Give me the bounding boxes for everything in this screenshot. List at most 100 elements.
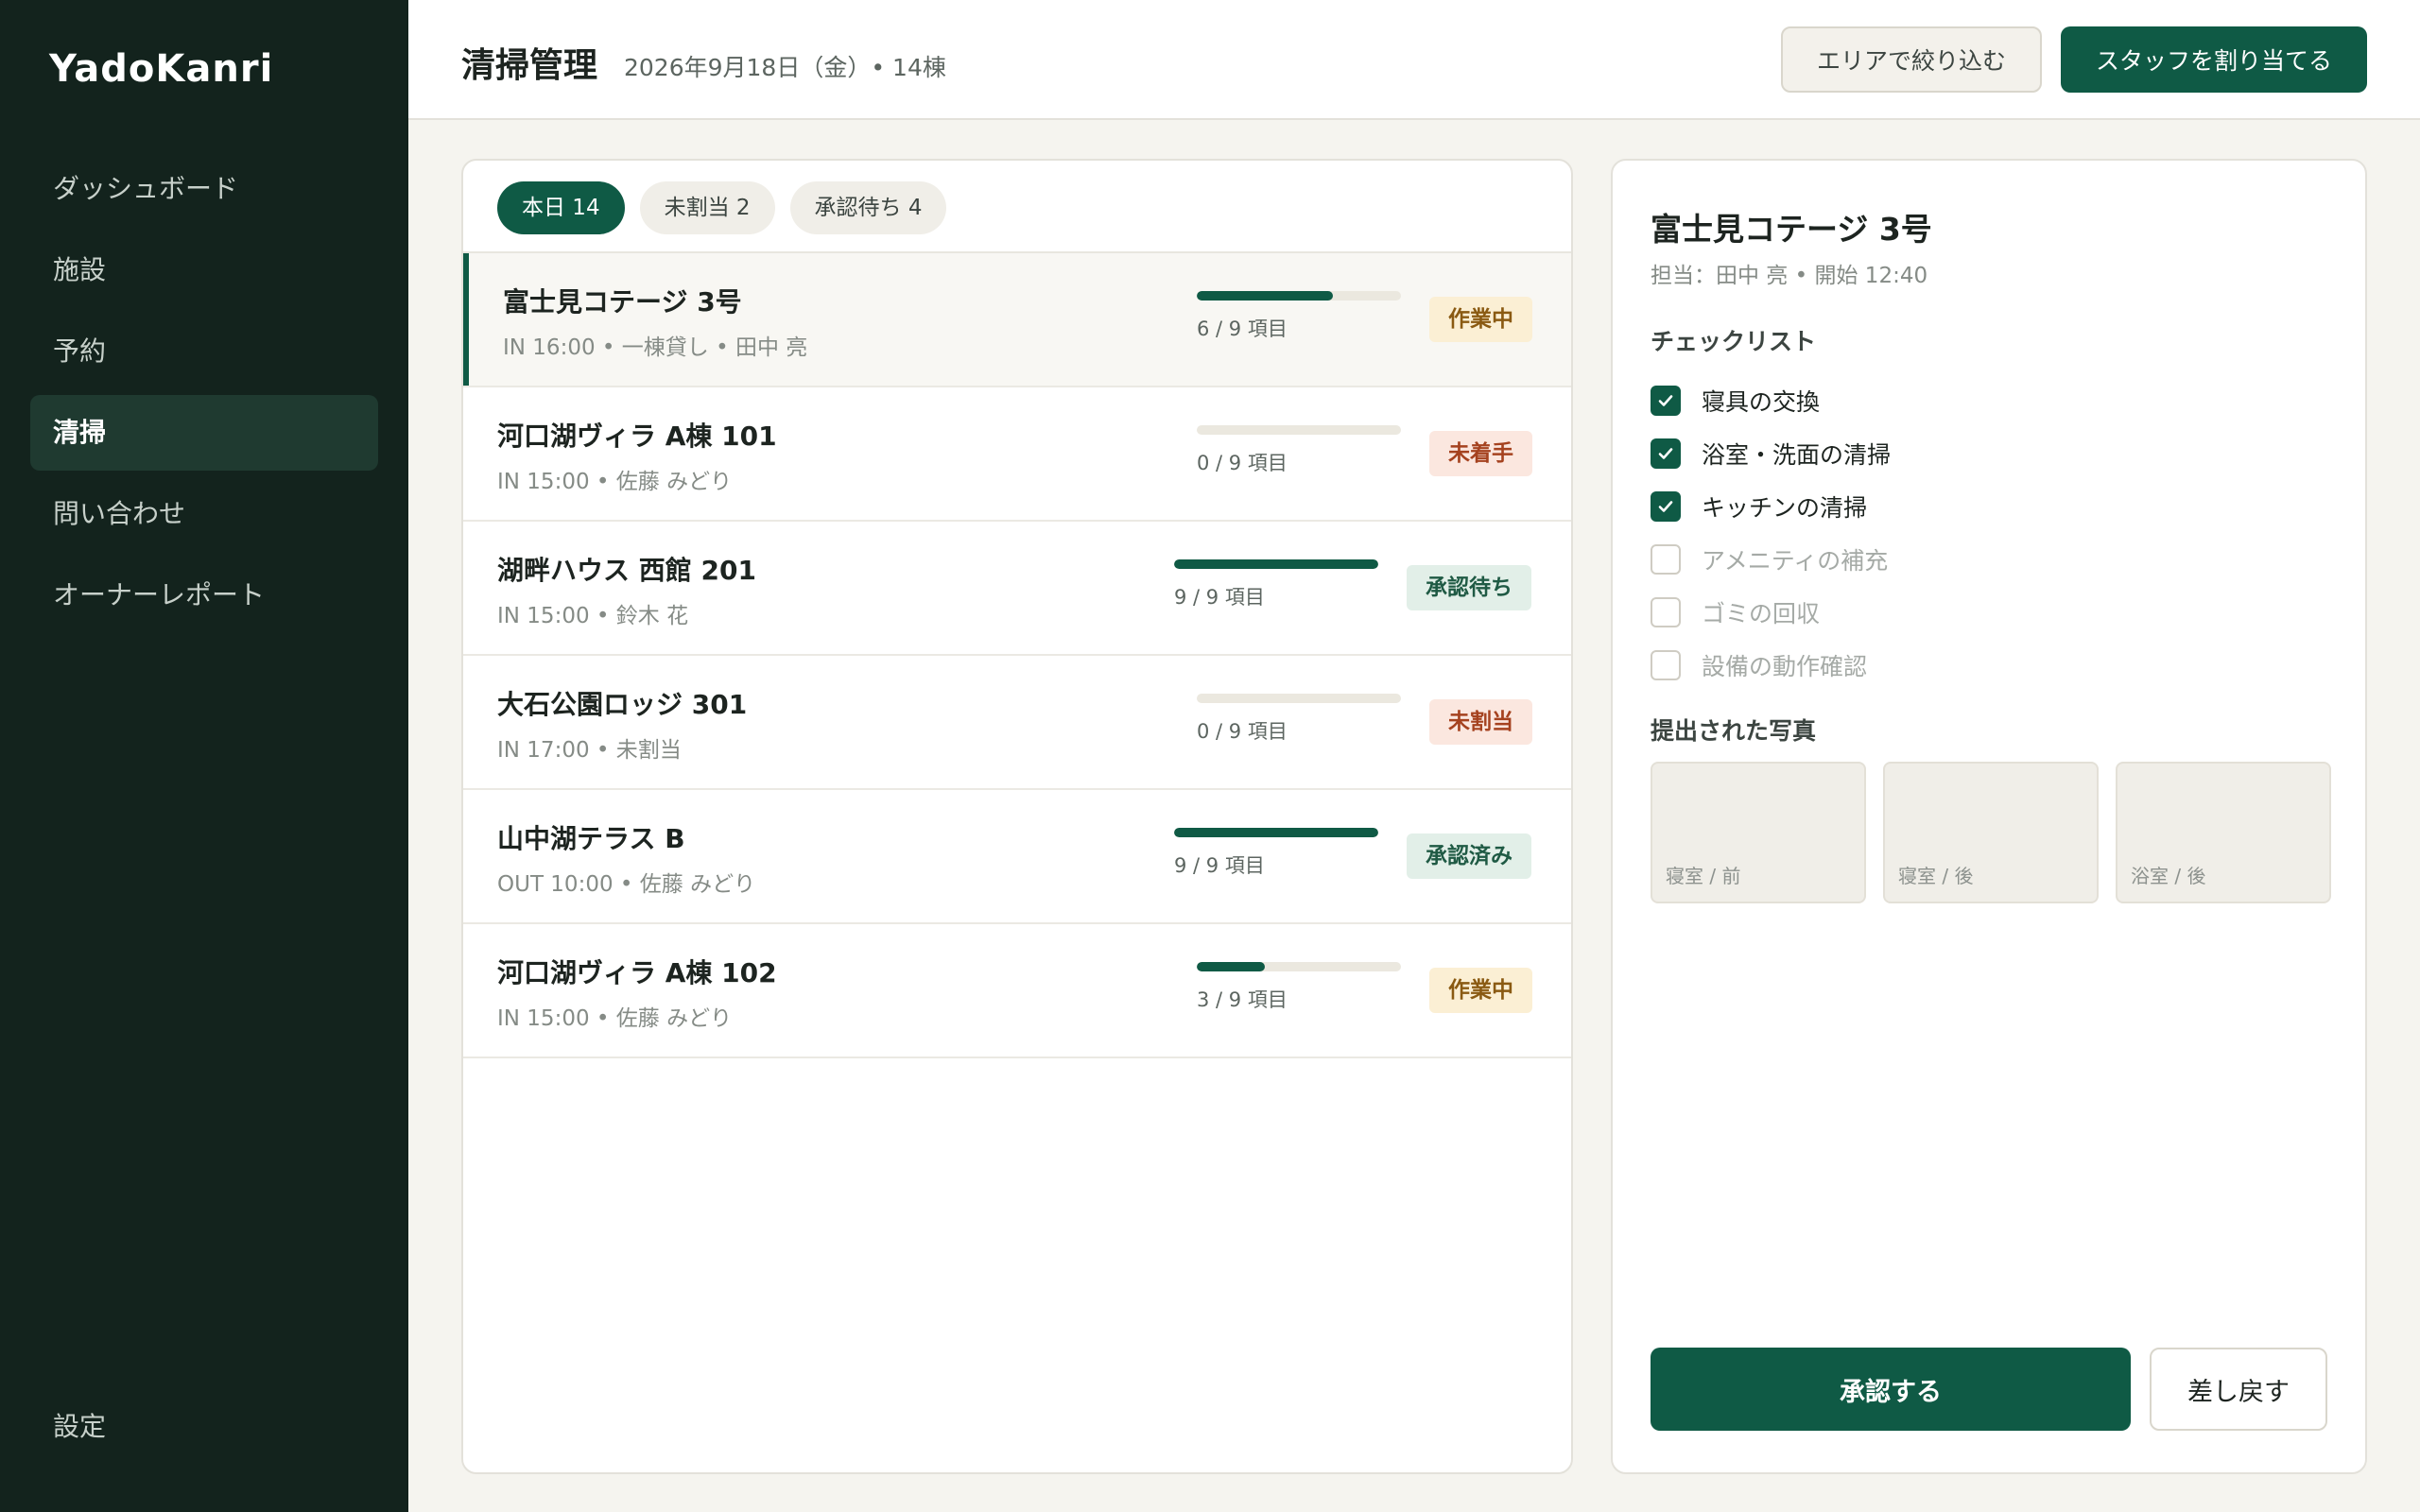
checklist-label: 設備の動作確認 [1702, 653, 1868, 680]
status-badge: 承認待ち [1407, 565, 1531, 610]
checklist-item[interactable]: 寝具の交換 [1651, 374, 1891, 427]
status-badge: 承認済み [1407, 833, 1531, 879]
progress-track [1197, 291, 1401, 301]
checkbox-checked[interactable] [1651, 491, 1681, 522]
page-title: 清掃管理 [461, 46, 598, 85]
progress-track [1174, 828, 1378, 837]
checkbox-unchecked[interactable] [1651, 597, 1681, 627]
checklist-label: キッチンの清掃 [1702, 494, 1868, 522]
sidebar-item-cleaning[interactable]: 清掃 [30, 395, 378, 471]
progress-fill [1174, 559, 1378, 569]
check-icon [1658, 501, 1673, 512]
sidebar-item-reservations[interactable]: 予約 [30, 314, 378, 389]
filter-tabs: 本日 14 未割当 2 承認待ち 4 [497, 181, 947, 234]
checklist-item[interactable]: ゴミの回収 [1651, 586, 1891, 639]
check-icon [1658, 395, 1673, 406]
progress-fill [1174, 828, 1378, 837]
assign-staff-button[interactable]: スタッフを割り当てる [2061, 26, 2367, 93]
checklist-item[interactable]: アメニティの補充 [1651, 533, 1891, 586]
photo-label: 浴室 / 後 [2131, 865, 2206, 887]
photo-gallery: 寝室 / 前 寝室 / 後 浴室 / 後 [1651, 762, 2331, 903]
sidebar-item-owner-report[interactable]: オーナーレポート [30, 558, 378, 633]
progress-track [1174, 559, 1378, 569]
property-name: 大石公園ロッジ 301 [497, 689, 748, 720]
status-badge: 作業中 [1429, 297, 1532, 342]
checklist-label: アメニティの補充 [1702, 547, 1889, 575]
checkbox-checked[interactable] [1651, 386, 1681, 416]
progress-track [1197, 425, 1401, 435]
property-name: 富士見コテージ 3号 [503, 286, 742, 318]
checkbox-checked[interactable] [1651, 438, 1681, 469]
status-badge: 未割当 [1429, 699, 1532, 745]
property-meta: IN 16:00 • 一棟貸し • 田中 亮 [503, 335, 808, 360]
progress-label: 3 / 9 項目 [1197, 988, 1288, 1011]
progress: 6 / 9 項目 [1197, 291, 1401, 342]
status-badge: 作業中 [1429, 968, 1532, 1013]
checklist: 寝具の交換 浴室・洗面の清掃 キッチンの清掃 アメニティの補充 ゴミの回収 設備… [1651, 374, 1891, 692]
property-meta: IN 15:00 • 鈴木 花 [497, 604, 689, 628]
detail-panel: 富士見コテージ 3号 担当：田中 亮 • 開始 12:40 チェックリスト 寝具… [1611, 159, 2367, 1474]
filter-by-area-button[interactable]: エリアで絞り込む [1781, 26, 2042, 93]
cleaning-list-panel: 本日 14 未割当 2 承認待ち 4 富士見コテージ 3号 IN 16:00 •… [461, 159, 1573, 1474]
sidebar-nav: ダッシュボード 施設 予約 清掃 問い合わせ オーナーレポート [30, 151, 378, 639]
progress-label: 9 / 9 項目 [1174, 586, 1265, 609]
progress: 9 / 9 項目 [1174, 828, 1378, 879]
detail-title: 富士見コテージ 3号 [1651, 211, 1932, 248]
detail-subtitle: 担当：田中 亮 • 開始 12:40 [1651, 264, 1928, 288]
photo-thumbnail[interactable]: 寝室 / 前 [1651, 762, 1866, 903]
progress: 0 / 9 項目 [1197, 425, 1401, 476]
progress: 0 / 9 項目 [1197, 694, 1401, 745]
progress: 3 / 9 項目 [1197, 962, 1401, 1013]
progress-label: 6 / 9 項目 [1197, 318, 1288, 340]
checklist-label: ゴミの回収 [1702, 600, 1821, 627]
list-item[interactable]: 湖畔ハウス 西館 201 IN 15:00 • 鈴木 花 9 / 9 項目 承認… [463, 522, 1571, 656]
property-name: 湖畔ハウス 西館 201 [497, 555, 756, 586]
checklist-label: 寝具の交換 [1702, 388, 1821, 416]
page-subtitle: 2026年9月18日（金）• 14棟 [624, 54, 946, 81]
progress-label: 9 / 9 項目 [1174, 854, 1265, 877]
progress: 9 / 9 項目 [1174, 559, 1378, 610]
list-item[interactable]: 富士見コテージ 3号 IN 16:00 • 一棟貸し • 田中 亮 6 / 9 … [463, 253, 1571, 387]
sidebar: YadoKanri ダッシュボード 施設 予約 清掃 問い合わせ オーナーレポー… [0, 0, 408, 1512]
check-icon [1658, 448, 1673, 459]
sidebar-item-dashboard[interactable]: ダッシュボード [30, 151, 378, 227]
checklist-label: 浴室・洗面の清掃 [1702, 441, 1892, 469]
list-item[interactable]: 河口湖ヴィラ A棟 102 IN 15:00 • 佐藤 みどり 3 / 9 項目… [463, 924, 1571, 1058]
progress-track [1197, 962, 1401, 971]
tab-pending-approval[interactable]: 承認待ち 4 [789, 181, 947, 234]
cleaning-list: 富士見コテージ 3号 IN 16:00 • 一棟貸し • 田中 亮 6 / 9 … [463, 253, 1571, 1058]
top-header: 清掃管理 2026年9月18日（金）• 14棟 エリアで絞り込む スタッフを割り… [408, 0, 2420, 120]
sidebar-item-facilities[interactable]: 施設 [30, 232, 378, 308]
progress-label: 0 / 9 項目 [1197, 720, 1288, 743]
photos-title: 提出された写真 [1651, 717, 1817, 745]
tab-today[interactable]: 本日 14 [497, 181, 625, 234]
approve-button[interactable]: 承認する [1651, 1348, 2131, 1431]
property-name: 河口湖ヴィラ A棟 101 [497, 421, 777, 452]
progress-track [1197, 694, 1401, 703]
progress-fill [1197, 962, 1265, 971]
checklist-title: チェックリスト [1651, 328, 1817, 355]
app-logo: YadoKanri [49, 47, 274, 91]
photo-label: 寝室 / 後 [1898, 865, 1974, 887]
property-meta: IN 15:00 • 佐藤 みどり [497, 1006, 733, 1031]
property-name: 河口湖ヴィラ A棟 102 [497, 957, 777, 988]
sidebar-item-settings[interactable]: 設定 [53, 1406, 106, 1444]
tab-unassigned[interactable]: 未割当 2 [639, 181, 775, 234]
property-meta: OUT 10:00 • 佐藤 みどり [497, 872, 756, 897]
list-item[interactable]: 大石公園ロッジ 301 IN 17:00 • 未割当 0 / 9 項目 未割当 [463, 656, 1571, 790]
list-item[interactable]: 山中湖テラス B OUT 10:00 • 佐藤 みどり 9 / 9 項目 承認済… [463, 790, 1571, 924]
checkbox-unchecked[interactable] [1651, 650, 1681, 680]
checkbox-unchecked[interactable] [1651, 544, 1681, 575]
checklist-item[interactable]: 浴室・洗面の清掃 [1651, 427, 1891, 480]
list-item[interactable]: 河口湖ヴィラ A棟 101 IN 15:00 • 佐藤 みどり 0 / 9 項目… [463, 387, 1571, 522]
photo-thumbnail[interactable]: 浴室 / 後 [2116, 762, 2331, 903]
photo-label: 寝室 / 前 [1666, 865, 1741, 887]
progress-label: 0 / 9 項目 [1197, 452, 1288, 474]
photo-thumbnail[interactable]: 寝室 / 後 [1883, 762, 2099, 903]
checklist-item[interactable]: 設備の動作確認 [1651, 639, 1891, 692]
property-meta: IN 15:00 • 佐藤 みどり [497, 470, 733, 494]
send-back-button[interactable]: 差し戻す [2150, 1348, 2327, 1431]
checklist-item[interactable]: キッチンの清掃 [1651, 480, 1891, 533]
sidebar-item-inquiries[interactable]: 問い合わせ [30, 476, 378, 552]
property-name: 山中湖テラス B [497, 823, 685, 854]
